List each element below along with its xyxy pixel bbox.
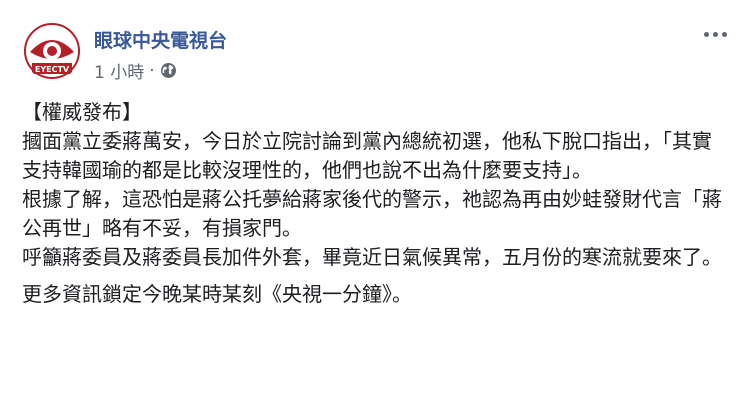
post-timestamp[interactable]: 1 小時 <box>94 58 144 83</box>
more-options-icon[interactable] <box>699 24 731 44</box>
page-name-link[interactable]: 眼球中央電視台 <box>94 26 227 53</box>
page-avatar[interactable]: EYECTV <box>23 22 81 80</box>
post-paragraph: 摑面黨立委蔣萬安，今日於立院討論到黨內總統初選，他私下脫口指出，「其實支持韓國瑜… <box>22 129 712 182</box>
eyectv-logo-icon: EYECTV <box>23 22 81 80</box>
post-paragraph: 【權威發布】 <box>22 100 142 124</box>
avatar-text: EYECTV <box>35 65 70 74</box>
meta-separator: · <box>149 60 155 81</box>
globe-icon[interactable] <box>160 62 177 79</box>
post-footer-line: 更多資訊鎖定今晚某時某刻《央視一分鐘》。 <box>22 282 412 306</box>
post-meta: 1 小時 · <box>94 58 177 83</box>
post-body: 【權威發布】 摑面黨立委蔣萬安，今日於立院討論到黨內總統初選，他私下脫口指出，「… <box>22 98 722 309</box>
post-paragraph: 呼籲蔣委員及蔣委員長加件外套，畢竟近日氣候異常，五月份的寒流就要來了。 <box>22 245 722 269</box>
post-paragraph: 根據了解，這恐怕是蔣公托夢給蔣家後代的警示，祂認為再由妙蛙發財代言「蔣公再世」略… <box>22 187 722 240</box>
facebook-post: EYECTV 眼球中央電視台 1 小時 · 【權威發布】 摑面黨立委蔣萬安，今日… <box>0 0 743 413</box>
